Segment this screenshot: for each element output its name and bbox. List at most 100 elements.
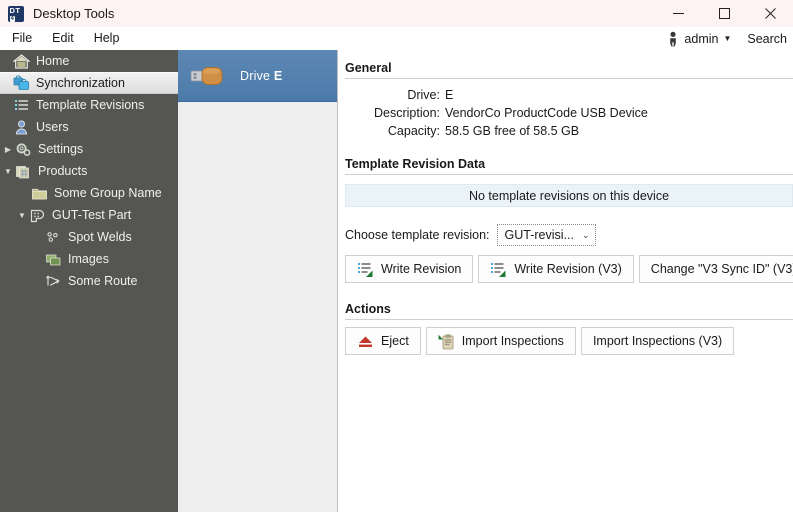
write-revision-button[interactable]: Write Revision [345,255,474,283]
gear-icon [14,140,32,158]
write-revision-button-label: Write Revision [381,262,462,276]
sidebar-item-images[interactable]: Images [0,248,178,270]
sidebar-item-label: Synchronization [36,75,125,90]
import-inspections-icon [438,333,455,350]
template-revision-heading: Template Revision Data [345,157,486,171]
general-key-drive: Drive: [407,88,440,102]
write-revision-v3-button-label: Write Revision (V3) [514,262,622,276]
sidebar-item-label: Home [36,53,70,68]
maximize-icon[interactable] [701,0,747,27]
user-icon [12,118,30,136]
sidebar-item-products[interactable]: ▼ Products [0,160,178,182]
general-key-capacity: Capacity: [387,124,440,138]
sidebar-item-label: Images [68,251,109,266]
route-icon [44,272,62,290]
actions-buttons: Eject Import Inspections Import Inspecti… [345,327,793,355]
sidebar-item-home[interactable]: Home [0,50,178,72]
images-icon [44,250,62,268]
sidebar-item-settings[interactable]: ▶ Settings [0,138,178,160]
template-revision-divider [345,174,793,175]
general-value-capacity: 58.5 GB free of 58.5 GB [445,124,580,138]
change-v3-sync-id-button[interactable]: Change "V3 Sync ID" (V3) [638,255,793,283]
spot-welds-icon [44,228,62,246]
choose-revision-row: Choose template revision: GUT-revisi... … [345,224,793,246]
choose-revision-label: Choose template revision: [345,228,490,242]
products-icon [14,162,32,180]
sidebar-item-spot-welds[interactable]: Spot Welds [0,226,178,248]
menu-file[interactable]: File [2,27,42,50]
general-row-capacity: Capacity: 58.5 GB free of 58.5 GB [345,122,793,140]
general-row-description: Description: VendorCo ProductCode USB De… [345,104,793,122]
collapse-arrow-icon[interactable]: ▼ [16,211,28,220]
title-bar: DT 4 Desktop Tools [0,0,793,27]
import-inspections-button-label: Import Inspections [461,334,564,348]
import-inspections-button[interactable]: Import Inspections [425,327,576,355]
import-inspections-v3-button-label: Import Inspections (V3) [592,334,723,348]
sidebar-item-gut-test-part[interactable]: ▼ GUT-Test Part [0,204,178,226]
general-divider [345,78,793,79]
app-icon-badge: 4 [9,15,16,22]
sidebar-item-template-revisions[interactable]: Template Revisions [0,94,178,116]
drive-label-letter: E [273,68,283,83]
chevron-down-icon: ▼ [723,34,732,43]
usb-drive-icon [190,65,230,87]
write-revision-icon [357,261,374,278]
sidebar-item-label: Products [38,163,88,178]
part-icon [28,206,46,224]
sidebar: Home Synchronization Template Revisions … [0,50,178,512]
sidebar-item-label: Users [36,119,69,134]
drive-list-panel: Drive E [178,50,338,512]
window-controls [655,0,793,27]
home-icon [12,52,30,70]
change-v3-sync-id-button-label: Change "V3 Sync ID" (V3) [650,262,793,276]
drive-list-item-e[interactable]: Drive E [178,50,337,102]
person-icon [667,31,679,47]
menu-edit[interactable]: Edit [42,27,84,50]
sidebar-item-label: Spot Welds [68,229,132,244]
app-icon-text: DT [9,5,21,15]
menu-bar-right: admin ▼ Search [667,27,793,50]
list-icon [12,96,30,114]
eject-icon [357,333,374,350]
sidebar-item-label: GUT-Test Part [52,207,132,222]
sidebar-item-some-route[interactable]: Some Route [0,270,178,292]
general-heading: General [345,61,392,75]
eject-button-label: Eject [381,334,409,348]
sidebar-item-label: Some Group Name [54,185,162,200]
sidebar-item-synchronization[interactable]: Synchronization [0,72,178,94]
close-icon[interactable] [747,0,793,27]
drive-label-prefix: Drive [240,68,274,83]
detail-pane: General Drive: E Description: VendorCo P… [339,50,793,512]
sidebar-item-label: Some Route [68,273,138,288]
general-value-description: VendorCo ProductCode USB Device [445,106,648,120]
menu-help[interactable]: Help [84,27,130,50]
sync-icon [12,74,30,92]
template-revision-select-value: GUT-revisi... [504,228,574,242]
drive-list-item-label: Drive E [240,69,282,83]
folder-icon [30,184,48,202]
sidebar-item-some-group-name[interactable]: Some Group Name [0,182,178,204]
minimize-icon[interactable] [655,0,701,27]
desktop-tools-icon: DT 4 [8,5,24,22]
template-revision-buttons: Write Revision Write Revision (V3) Chang… [345,255,793,283]
eject-button[interactable]: Eject [345,327,421,355]
collapse-arrow-icon[interactable]: ▼ [2,167,14,176]
window-title: Desktop Tools [33,6,115,21]
general-value-drive: E [445,88,454,102]
write-revision-icon [490,261,507,278]
general-row-drive: Drive: E [345,86,793,104]
menu-bar: File Edit Help admin ▼ Search [0,27,793,50]
template-revision-select[interactable]: GUT-revisi... ⌄ [496,224,596,246]
sidebar-item-label: Settings [38,141,84,156]
sidebar-item-users[interactable]: Users [0,116,178,138]
user-name-label: admin [684,31,719,46]
app-window: DT 4 Desktop Tools File Edit Help admin … [0,0,793,517]
import-inspections-v3-button[interactable]: Import Inspections (V3) [580,327,735,355]
actions-heading: Actions [345,302,391,316]
chevron-down-icon: ⌄ [581,229,590,240]
write-revision-v3-button[interactable]: Write Revision (V3) [478,255,634,283]
search-link[interactable]: Search [747,32,787,46]
no-revisions-banner: No template revisions on this device [345,184,793,207]
user-menu[interactable]: admin ▼ [667,31,731,47]
expand-arrow-icon[interactable]: ▶ [2,145,14,154]
